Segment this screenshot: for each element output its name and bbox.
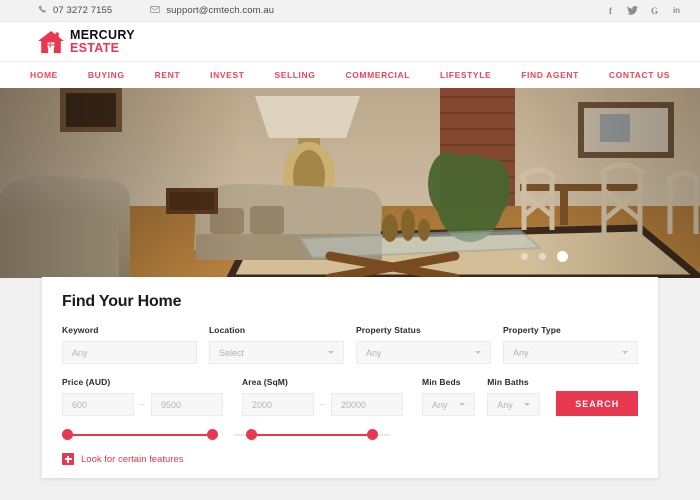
house-icon xyxy=(38,30,64,54)
panel-title: Find Your Home xyxy=(62,293,182,310)
nav-item-invest[interactable]: INVEST xyxy=(210,70,244,80)
area-slider-handle-max[interactable] xyxy=(367,429,378,440)
property-status-value: Any xyxy=(366,347,382,358)
keyword-label: Keyword xyxy=(62,325,99,335)
price-label: Price (AUD) xyxy=(62,377,111,387)
keyword-placeholder: Any xyxy=(72,347,88,358)
email-address: support@cmtech.com.au xyxy=(166,5,275,16)
logo-bar: MERCURY ESTATE xyxy=(0,22,700,61)
area-max-placeholder: 20000 xyxy=(341,399,367,410)
chevron-down-icon xyxy=(475,351,481,354)
property-type-field: Property Type Any xyxy=(503,325,638,364)
nav-item-find-agent[interactable]: FIND AGENT xyxy=(521,70,579,80)
facebook-icon[interactable]: f xyxy=(605,5,616,16)
main-navigation: HOME BUYING RENT INVEST SELLING COMMERCI… xyxy=(0,61,700,88)
nav-item-selling[interactable]: SELLING xyxy=(274,70,315,80)
price-slider-handle-min[interactable] xyxy=(62,429,73,440)
nav-item-home[interactable]: HOME xyxy=(30,70,58,80)
min-baths-select[interactable]: Any xyxy=(487,393,541,416)
carousel-dots xyxy=(521,251,568,262)
area-slider[interactable] xyxy=(234,429,390,441)
min-beds-field: Min Beds Any xyxy=(422,377,476,416)
brand-name-bottom: ESTATE xyxy=(70,40,120,55)
price-range-inputs: 600 – 9500 xyxy=(62,393,224,416)
price-range-separator: – xyxy=(140,399,146,409)
nav-item-contact-us[interactable]: CONTACT US xyxy=(609,70,670,80)
location-select[interactable]: Select xyxy=(209,341,344,364)
price-slider[interactable] xyxy=(62,429,218,441)
price-slider-handle-max[interactable] xyxy=(207,429,218,440)
area-max-input[interactable]: 20000 xyxy=(331,393,404,416)
chevron-down-icon xyxy=(524,403,531,406)
form-row-primary: Keyword Any Location Select Property Sta… xyxy=(62,325,638,364)
min-beds-select[interactable]: Any xyxy=(422,393,476,416)
nav-item-buying[interactable]: BUYING xyxy=(88,70,125,80)
property-status-select[interactable]: Any xyxy=(356,341,491,364)
chevron-down-icon xyxy=(459,403,466,406)
twitter-icon[interactable] xyxy=(627,5,638,16)
keyword-field: Keyword Any xyxy=(62,325,197,364)
min-beds-label: Min Beds xyxy=(422,377,461,387)
property-status-field: Property Status Any xyxy=(356,325,491,364)
nav-list: HOME BUYING RENT INVEST SELLING COMMERCI… xyxy=(0,62,700,88)
min-beds-value: Any xyxy=(432,399,448,410)
search-panel: Find Your Home Keyword Any Location Sele… xyxy=(42,277,658,478)
hero-image xyxy=(0,88,700,278)
keyword-input[interactable]: Any xyxy=(62,341,197,364)
nav-item-rent[interactable]: RENT xyxy=(155,70,181,80)
email-contact[interactable]: support@cmtech.com.au xyxy=(150,5,274,17)
top-contact-bar: 07 3272 7155 support@cmtech.com.au f G i… xyxy=(0,0,700,22)
carousel-dot-1[interactable] xyxy=(521,253,528,260)
google-icon[interactable]: G xyxy=(649,5,660,16)
brand-logo[interactable]: MERCURY ESTATE xyxy=(38,29,135,54)
price-slider-range xyxy=(67,434,213,436)
brand-name-top: MERCURY xyxy=(70,28,135,42)
social-links: f G in xyxy=(605,5,686,16)
area-field: Area (SqM) 2000 – 20000 xyxy=(242,377,404,416)
area-min-placeholder: 2000 xyxy=(252,399,273,410)
property-type-select[interactable]: Any xyxy=(503,341,638,364)
price-field: Price (AUD) 600 – 9500 xyxy=(62,377,224,416)
location-value: Select xyxy=(219,347,245,358)
price-min-placeholder: 600 xyxy=(72,399,88,410)
min-baths-field: Min Baths Any xyxy=(487,377,541,416)
carousel-dot-3[interactable] xyxy=(557,251,568,262)
location-field: Location Select xyxy=(209,325,344,364)
area-range-inputs: 2000 – 20000 xyxy=(242,393,404,416)
property-type-value: Any xyxy=(513,347,529,358)
hero-carousel xyxy=(0,88,700,278)
nav-item-commercial[interactable]: COMMERCIAL xyxy=(345,70,410,80)
price-min-input[interactable]: 600 xyxy=(62,393,134,416)
location-label: Location xyxy=(209,325,246,335)
envelope-icon xyxy=(150,5,161,17)
phone-number: 07 3272 7155 xyxy=(53,5,113,16)
property-type-label: Property Type xyxy=(503,325,561,335)
price-max-input[interactable]: 9500 xyxy=(151,393,224,416)
carousel-dot-2[interactable] xyxy=(539,253,546,260)
area-min-input[interactable]: 2000 xyxy=(242,393,315,416)
form-row-secondary: Price (AUD) 600 – 9500 Area (SqM) 2000 –… xyxy=(62,377,639,416)
property-status-label: Property Status xyxy=(356,325,421,335)
linkedin-icon[interactable]: in xyxy=(671,5,682,16)
area-range-separator: – xyxy=(320,399,326,409)
area-slider-range xyxy=(251,434,373,436)
plus-icon xyxy=(62,453,74,465)
phone-icon xyxy=(38,5,47,17)
chevron-down-icon xyxy=(622,351,628,354)
page-root: 07 3272 7155 support@cmtech.com.au f G i… xyxy=(0,0,700,500)
brand-text: MERCURY ESTATE xyxy=(70,29,135,54)
search-button[interactable]: SEARCH xyxy=(556,391,639,416)
search-form: Keyword Any Location Select Property Sta… xyxy=(42,311,658,416)
min-baths-label: Min Baths xyxy=(487,377,529,387)
features-link[interactable]: Look for certain features xyxy=(42,453,658,465)
chevron-down-icon xyxy=(328,351,334,354)
phone-contact[interactable]: 07 3272 7155 xyxy=(38,5,112,17)
min-baths-value: Any xyxy=(497,399,513,410)
price-max-placeholder: 9500 xyxy=(161,399,182,410)
features-link-label: Look for certain features xyxy=(81,453,184,465)
nav-item-lifestyle[interactable]: LIFESTYLE xyxy=(440,70,491,80)
area-label: Area (SqM) xyxy=(242,377,288,387)
area-slider-handle-min[interactable] xyxy=(246,429,257,440)
range-sliders xyxy=(42,429,658,441)
